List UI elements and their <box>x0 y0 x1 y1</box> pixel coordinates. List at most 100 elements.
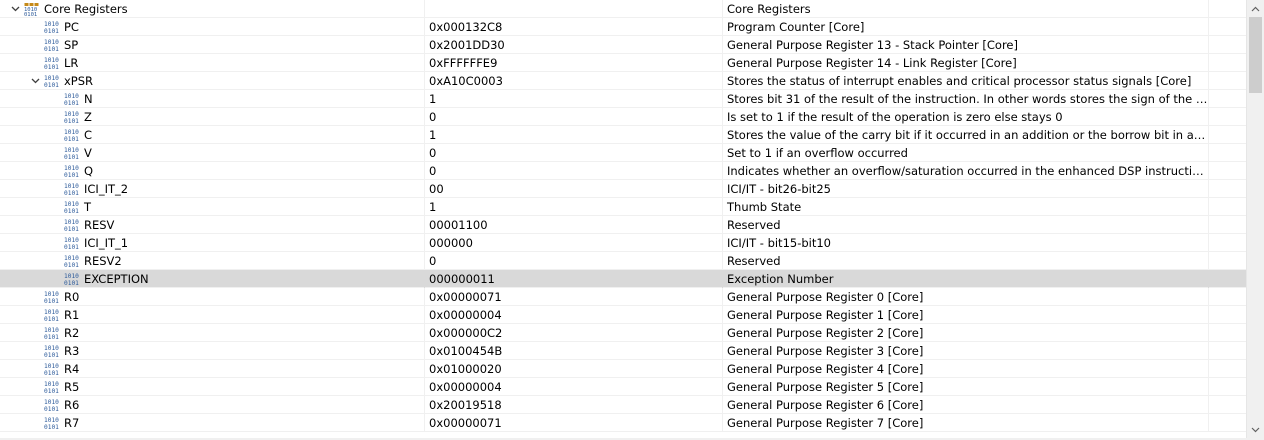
register-description: General Purpose Register 0 [Core] <box>723 288 1209 306</box>
tree-row[interactable]: 1010 0101 EXCEPTION 000000011 Exception Numb… <box>0 270 1246 288</box>
register-value[interactable]: 00001100 <box>425 216 723 234</box>
register-value[interactable]: 0x00000004 <box>425 378 723 396</box>
tree-row[interactable]: 1010 0101 R5 0x00000004 General Purpose Regi… <box>0 378 1246 396</box>
svg-text:1010: 1010 <box>64 255 79 262</box>
tree-row[interactable]: 1010 0101 PC 0x000132C8 Program Counter [Cor… <box>0 18 1246 36</box>
register-name-cell[interactable]: 1010 0101 R1 <box>0 306 425 324</box>
scroll-thumb[interactable] <box>1249 17 1262 93</box>
register-value[interactable]: 0x2001DD30 <box>425 36 723 54</box>
tree-row[interactable]: 1010 0101 R6 0x20019518 General Purpose Regi… <box>0 396 1246 414</box>
tree-row[interactable]: 1010 0101 LR 0xFFFFFFE9 General Purpose Regi… <box>0 54 1246 72</box>
register-description: Indicates whether an overflow/saturation… <box>723 162 1209 180</box>
register-name-cell[interactable]: 1010 0101 SP <box>0 36 425 54</box>
tree-row[interactable]: 1010 0101 R4 0x01000020 General Purpose Regi… <box>0 360 1246 378</box>
register-name-cell[interactable]: 1010 0101 T <box>0 198 425 216</box>
register-value[interactable]: 0x00000004 <box>425 306 723 324</box>
register-value[interactable]: 00 <box>425 180 723 198</box>
register-name-cell[interactable]: 1010 0101 R3 <box>0 342 425 360</box>
register-value[interactable]: 0xFFFFFFE9 <box>425 54 723 72</box>
scroll-up-button[interactable] <box>1247 0 1264 17</box>
chevron-down-icon[interactable] <box>8 0 22 18</box>
register-value[interactable]: 0x000000C2 <box>425 324 723 342</box>
register-value[interactable]: 1 <box>425 126 723 144</box>
register-name-cell[interactable]: 1010 0101 Q <box>0 162 425 180</box>
svg-text:0101: 0101 <box>44 352 59 358</box>
register-name-cell[interactable]: 1010 0101 xPSR <box>0 72 425 90</box>
register-name-cell[interactable]: 1010 0101 ICI_IT_1 <box>0 234 425 252</box>
tree-row[interactable]: 1010 0101 Z 0 Is set to 1 if the result of t… <box>0 108 1246 126</box>
register-name-cell[interactable]: 1010 0101 R5 <box>0 378 425 396</box>
tree-row[interactable]: 1010 0101 Q 0 Indicates whether an overflow/… <box>0 162 1246 180</box>
register-name-cell[interactable]: 1010 0101 RESV2 <box>0 252 425 270</box>
tree-row[interactable]: 1010 0101 R2 0x000000C2 General Purpose Regi… <box>0 324 1246 342</box>
register-value[interactable]: 000000 <box>425 234 723 252</box>
tree-row[interactable]: 1010 0101 T 1 Thumb State <box>0 198 1246 216</box>
tree-row[interactable]: 1010 0101 xPSR 0xA10C0003 Stores the status … <box>0 72 1246 90</box>
tree-row[interactable]: 1010 0101 ICI_IT_2 00 ICI/IT - bit26-bit25 <box>0 180 1246 198</box>
register-description: Is set to 1 if the result of the operati… <box>723 108 1209 126</box>
register-value[interactable]: 0 <box>425 252 723 270</box>
register-value[interactable]: 0x0100454B <box>425 342 723 360</box>
register-name-cell[interactable]: 1010 0101 RESV <box>0 216 425 234</box>
chevron-down-icon[interactable] <box>28 72 42 90</box>
empty-column-cell <box>1209 396 1246 414</box>
tree-row[interactable]: 1010 0101 V 0 Set to 1 if an overflow occurr… <box>0 144 1246 162</box>
register-icon: 1010 0101 <box>44 38 59 52</box>
register-value[interactable]: 0 <box>425 144 723 162</box>
register-value[interactable]: 1 <box>425 90 723 108</box>
register-value[interactable]: 0xA10C0003 <box>425 72 723 90</box>
register-value[interactable]: 000000011 <box>425 270 723 288</box>
tree-row[interactable]: 1010 0101 R1 0x00000004 General Purpose Regi… <box>0 306 1246 324</box>
register-name-cell[interactable]: 1010 0101 R0 <box>0 288 425 306</box>
register-value[interactable]: 0x00000071 <box>425 288 723 306</box>
register-name-cell[interactable]: 1010 0101 PC <box>0 18 425 36</box>
svg-text:1010: 1010 <box>44 57 59 64</box>
registers-tree[interactable]: 1010 0101 Core Registers Core Registers 1010… <box>0 0 1246 438</box>
register-icon: 1010 0101 <box>64 182 79 196</box>
register-name-cell[interactable]: 1010 0101 ICI_IT_2 <box>0 180 425 198</box>
tree-row[interactable]: 1010 0101 Core Registers Core Registers <box>0 0 1246 18</box>
register-name-cell[interactable]: 1010 0101 R6 <box>0 396 425 414</box>
register-name: T <box>84 200 92 214</box>
tree-row[interactable]: 1010 0101 SP 0x2001DD30 General Purpose Regi… <box>0 36 1246 54</box>
register-value[interactable]: 0 <box>425 162 723 180</box>
register-name-cell[interactable]: 1010 0101 C <box>0 126 425 144</box>
svg-text:0101: 0101 <box>64 244 79 250</box>
tree-row[interactable]: 1010 0101 N 1 Stores bit 31 of the result of… <box>0 90 1246 108</box>
register-value[interactable]: 0 <box>425 108 723 126</box>
register-name-cell[interactable]: 1010 0101 Z <box>0 108 425 126</box>
register-name: EXCEPTION <box>84 272 149 286</box>
tree-row[interactable]: 1010 0101 R7 0x00000071 General Purpose Regi… <box>0 414 1246 432</box>
register-value[interactable]: 1 <box>425 198 723 216</box>
empty-column-cell <box>1209 360 1246 378</box>
vertical-scrollbar[interactable] <box>1246 0 1264 438</box>
register-name-cell[interactable]: 1010 0101 EXCEPTION <box>0 270 425 288</box>
tree-row[interactable]: 1010 0101 ICI_IT_1 000000 ICI/IT - bit15-bit… <box>0 234 1246 252</box>
tree-row[interactable]: 1010 0101 RESV2 0 Reserved <box>0 252 1246 270</box>
tree-row[interactable]: 1010 0101 R0 0x00000071 General Purpose Regi… <box>0 288 1246 306</box>
svg-text:0101: 0101 <box>64 190 79 196</box>
register-name-cell[interactable]: 1010 0101 Core Registers <box>0 0 425 18</box>
register-name-cell[interactable]: 1010 0101 R2 <box>0 324 425 342</box>
register-name-cell[interactable]: 1010 0101 V <box>0 144 425 162</box>
register-value[interactable]: 0x20019518 <box>425 396 723 414</box>
scroll-down-button[interactable] <box>1247 421 1264 438</box>
register-name-cell[interactable]: 1010 0101 LR <box>0 54 425 72</box>
register-name-cell[interactable]: 1010 0101 R7 <box>0 414 425 432</box>
register-value[interactable] <box>425 0 723 18</box>
register-value[interactable]: 0x01000020 <box>425 360 723 378</box>
tree-row[interactable]: 1010 0101 C 1 Stores the value of the carry … <box>0 126 1246 144</box>
tree-row[interactable]: 1010 0101 RESV 00001100 Reserved <box>0 216 1246 234</box>
register-value[interactable]: 0x000132C8 <box>425 18 723 36</box>
register-name-cell[interactable]: 1010 0101 N <box>0 90 425 108</box>
register-name-cell[interactable]: 1010 0101 R4 <box>0 360 425 378</box>
register-value[interactable]: 0x00000071 <box>425 414 723 432</box>
register-description: General Purpose Register 7 [Core] <box>723 414 1209 432</box>
tree-row[interactable]: 1010 0101 R3 0x0100454B General Purpose Regi… <box>0 342 1246 360</box>
